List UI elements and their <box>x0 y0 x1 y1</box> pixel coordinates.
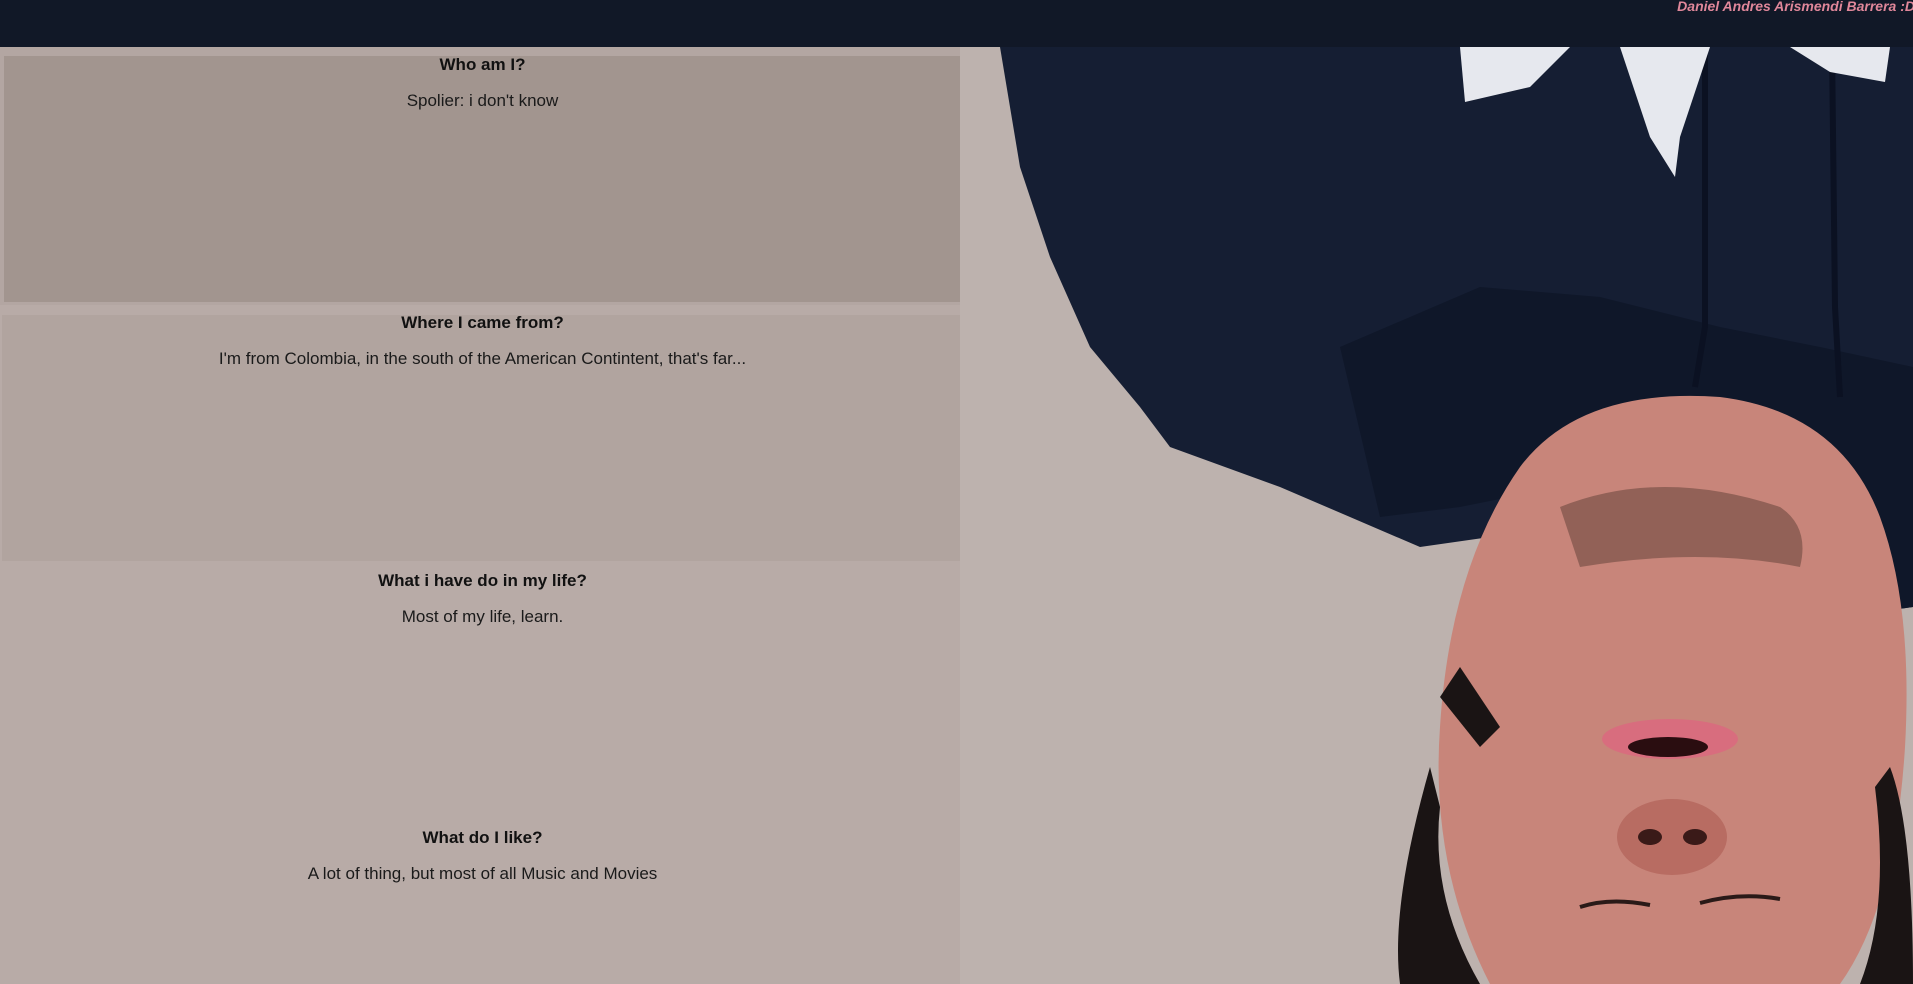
section-text: A lot of thing, but most of all Music an… <box>307 864 658 883</box>
face-shape <box>1438 395 1907 984</box>
section-title: What i have do in my life? <box>378 571 587 590</box>
mouth-opening <box>1628 737 1708 757</box>
section-title: Where I came from? <box>401 313 564 332</box>
section-where-from: Where I came from? I'm from Colombia, in… <box>0 305 965 563</box>
section-text: Spolier: i don't know <box>406 91 559 110</box>
section-title: Who am I? <box>439 55 526 74</box>
nostril-left <box>1638 829 1662 845</box>
top-navbar: Daniel Andres Arismendi Barrera :D <box>0 0 1913 47</box>
section-life: What i have do in my life? Most of my li… <box>0 563 965 821</box>
about-sections: Who am I? Spolier: i don't know Where I … <box>0 47 965 984</box>
site-owner-name: Daniel Andres Arismendi Barrera :D <box>1677 0 1913 14</box>
nostril-right <box>1683 829 1707 845</box>
section-who-am-i: Who am I? Spolier: i don't know <box>0 47 965 305</box>
nose-shape <box>1617 799 1727 875</box>
section-text: Most of my life, learn. <box>401 607 564 626</box>
section-text: I'm from Colombia, in the south of the A… <box>218 349 747 368</box>
portrait-illustration <box>960 47 1913 984</box>
section-title: What do I like? <box>422 828 543 847</box>
portrait-photo <box>960 47 1913 984</box>
section-likes: What do I like? A lot of thing, but most… <box>0 820 965 984</box>
